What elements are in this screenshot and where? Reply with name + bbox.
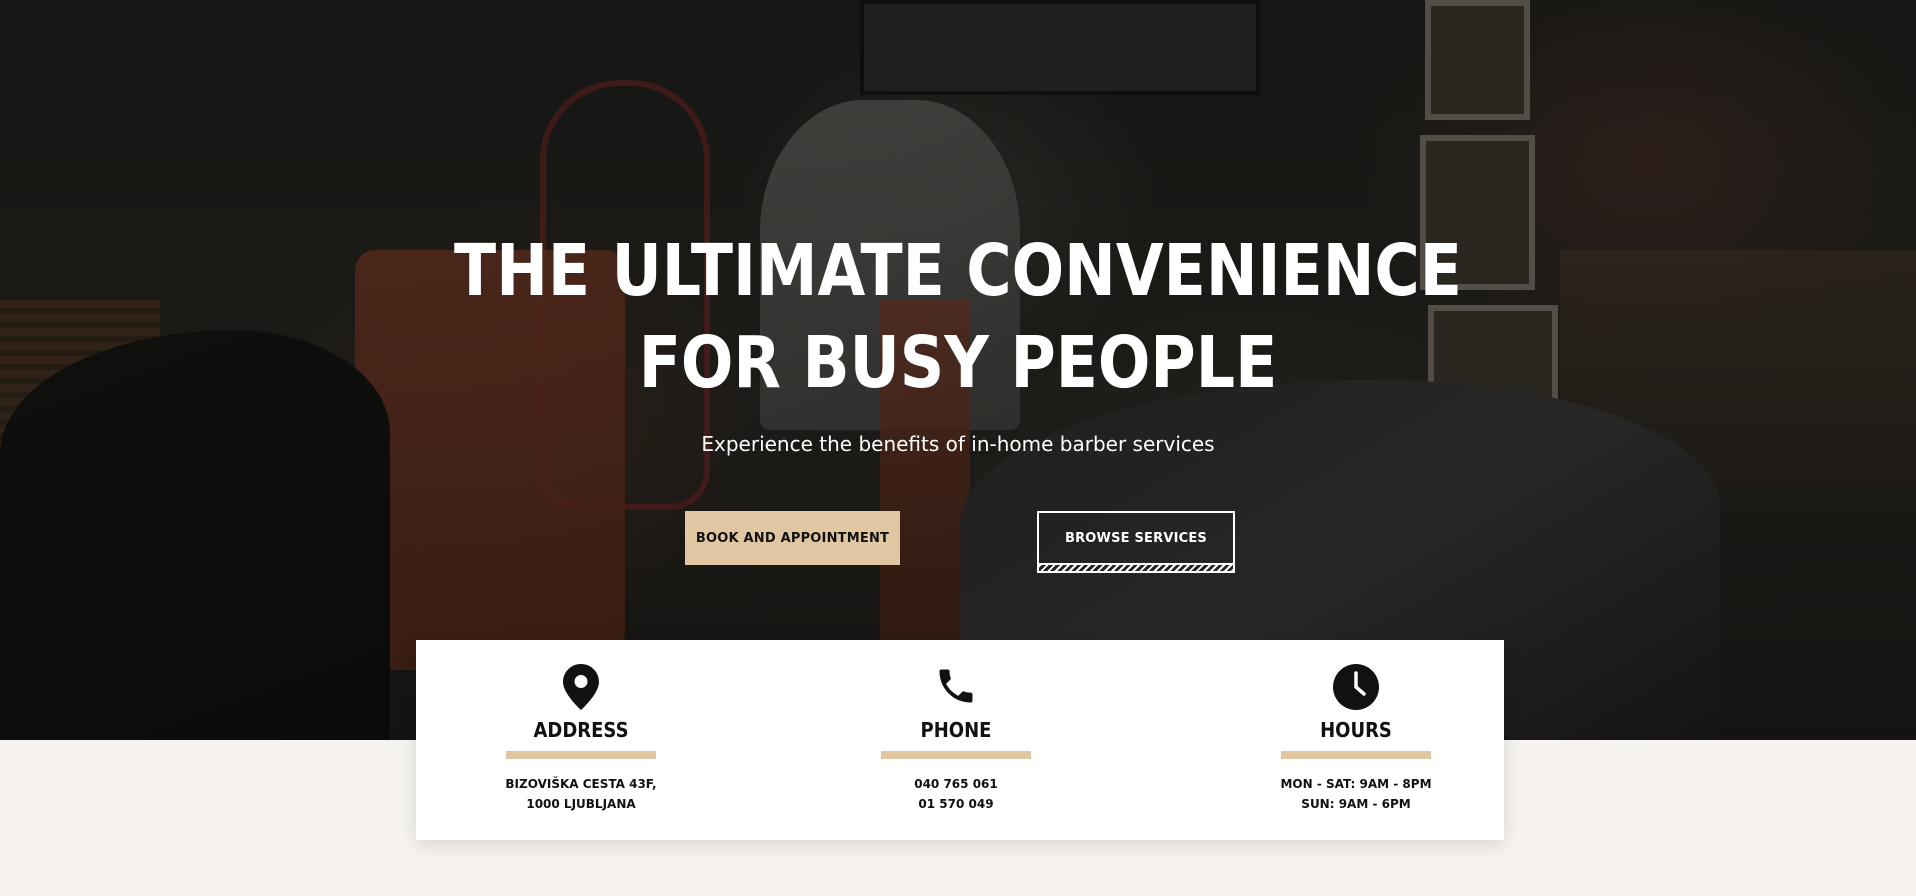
browse-services-button[interactable]: BROWSE SERVICES [1037, 511, 1235, 573]
hero-title-line-1: THE ULTIMATE CONVENIENCE [454, 229, 1462, 312]
hours-line: MON - SAT: 9AM - 8PM [1280, 777, 1432, 791]
hero-content: THE ULTIMATE CONVENIENCE FOR BUSY PEOPLE… [0, 0, 1916, 740]
button-stripe-decoration [1039, 563, 1233, 571]
hours-title: HOURS [1320, 718, 1392, 742]
address-line: 1000 LJUBLJANA [526, 797, 636, 811]
hours-line: SUN: 9AM - 6PM [1301, 797, 1411, 811]
hero-subtitle: Experience the benefits of in-home barbe… [701, 432, 1215, 456]
phone-block: PHONE 040 765 061 01 570 049 [791, 640, 1121, 840]
book-appointment-button[interactable]: BOOK AND APPOINTMENT [685, 511, 900, 565]
phone-icon [934, 664, 978, 713]
clock-icon [1333, 664, 1379, 715]
browse-services-label: BROWSE SERVICES [1064, 530, 1207, 546]
address-block: ADDRESS BIZOVIŠKA CESTA 43F, 1000 LJUBLJ… [416, 640, 746, 840]
phone-number[interactable]: 040 765 061 [791, 777, 1121, 791]
title-underline [506, 751, 656, 759]
map-pin-icon [563, 664, 599, 715]
book-appointment-label: BOOK AND APPOINTMENT [695, 530, 890, 546]
hours-block: HOURS MON - SAT: 9AM - 8PM SUN: 9AM - 6P… [1191, 640, 1521, 840]
hero-title: THE ULTIMATE CONVENIENCE FOR BUSY PEOPLE [125, 225, 1792, 409]
address-title: ADDRESS [533, 718, 629, 742]
address-line: BIZOVIŠKA CESTA 43F, [505, 777, 657, 791]
phone-number[interactable]: 01 570 049 [791, 797, 1121, 811]
title-underline [881, 751, 1031, 759]
phone-title: PHONE [920, 718, 992, 742]
hero-section: THE ULTIMATE CONVENIENCE FOR BUSY PEOPLE… [0, 0, 1916, 740]
hero-title-line-2: FOR BUSY PEOPLE [638, 321, 1278, 404]
title-underline [1281, 751, 1431, 759]
contact-info-card: ADDRESS BIZOVIŠKA CESTA 43F, 1000 LJUBLJ… [416, 640, 1504, 840]
